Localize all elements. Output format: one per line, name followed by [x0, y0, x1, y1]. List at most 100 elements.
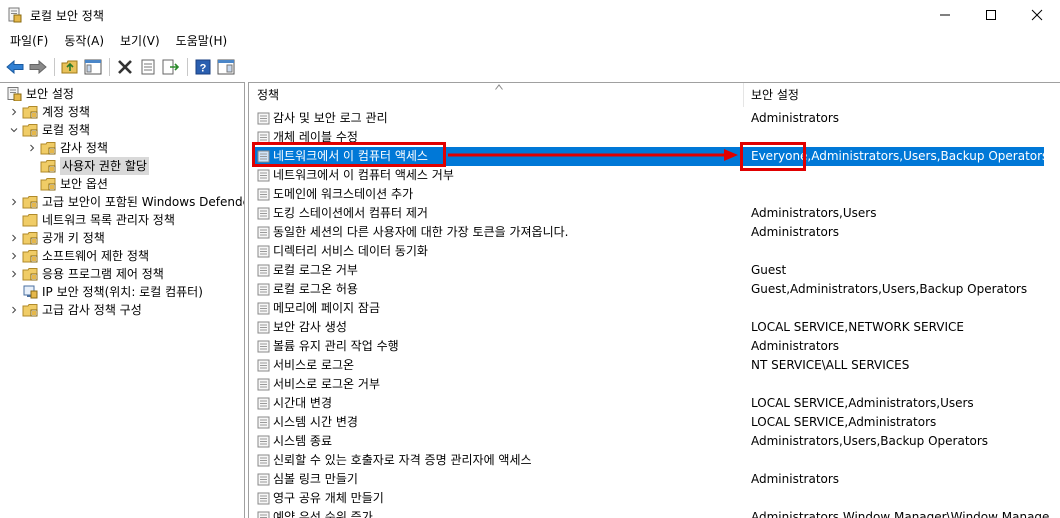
- policy-row[interactable]: 로컬 로그온 거부 Guest: [249, 261, 1060, 280]
- policy-icon: [257, 283, 270, 296]
- chevron-right-icon[interactable]: [8, 229, 20, 247]
- column-header-setting[interactable]: 보안 설정: [751, 83, 799, 107]
- up-folder-button[interactable]: [59, 56, 81, 78]
- properties-icon: [141, 59, 155, 75]
- policy-row[interactable]: 시스템 시간 변경 LOCAL SERVICE,Administrators: [249, 413, 1060, 432]
- policy-setting: LOCAL SERVICE,Administrators,Users: [751, 396, 974, 410]
- chevron-right-icon[interactable]: [8, 193, 20, 211]
- chevron-right-icon[interactable]: [8, 301, 20, 319]
- forward-button[interactable]: [27, 56, 49, 78]
- delete-button[interactable]: [114, 56, 136, 78]
- tree-item[interactable]: 보안 옵션: [26, 175, 108, 193]
- policy-icon: [257, 207, 270, 220]
- policy-name: 도킹 스테이션에서 컴퓨터 제거: [273, 206, 428, 220]
- back-button[interactable]: [4, 56, 26, 78]
- policy-row[interactable]: 시간대 변경 LOCAL SERVICE,Administrators,Users: [249, 394, 1060, 413]
- window-title: 로컬 보안 정책: [30, 9, 104, 23]
- policy-row[interactable]: 시스템 종료 Administrators,Users,Backup Operat…: [249, 432, 1060, 451]
- policy-name: 로컬 로그온 거부: [273, 263, 358, 277]
- tree-item[interactable]: IP 보안 정책(위치: 로컬 컴퓨터): [8, 283, 203, 301]
- chevron-right-icon[interactable]: [8, 103, 20, 121]
- tree-item-label: 사용자 권한 할당: [60, 157, 149, 175]
- policy-setting: Administrators,Users,Backup Operators: [751, 434, 989, 448]
- tree-item[interactable]: 계정 정책: [8, 103, 90, 121]
- show-tree-button[interactable]: [82, 56, 104, 78]
- column-header-policy[interactable]: 정책: [257, 83, 279, 107]
- policy-row[interactable]: 로컬 로그온 허용 Guest,Administrators,Users,Back…: [249, 280, 1060, 299]
- policy-row[interactable]: 도킹 스테이션에서 컴퓨터 제거 Administrators,Users: [249, 204, 1060, 223]
- column-divider[interactable]: [743, 83, 744, 107]
- tree-item[interactable]: 소프트웨어 제한 정책: [8, 247, 149, 265]
- tree-item-label: 공개 키 정책: [42, 231, 105, 245]
- help-button[interactable]: ?: [192, 56, 214, 78]
- policy-row[interactable]: 보안 감사 생성 LOCAL SERVICE,NETWORK SERVICE: [249, 318, 1060, 337]
- toolbar-separator: [54, 58, 55, 76]
- maximize-button[interactable]: [968, 0, 1014, 30]
- folder-icon: [40, 160, 56, 173]
- policy-icon: [257, 340, 270, 353]
- policy-name: 보안 감사 생성: [273, 320, 347, 334]
- policy-app-icon: [8, 7, 22, 23]
- policy-row[interactable]: 네트워크에서 이 컴퓨터 액세스 거부: [249, 166, 1060, 185]
- policy-name: 디렉터리 서비스 데이터 동기화: [273, 244, 428, 258]
- chevron-right-icon[interactable]: [26, 139, 38, 157]
- show-tree-icon: [84, 59, 102, 75]
- policy-row[interactable]: 디렉터리 서비스 데이터 동기화: [249, 242, 1060, 261]
- tree-item[interactable]: 사용자 권한 할당: [26, 157, 149, 175]
- folder-icon: [22, 196, 38, 209]
- tree-item[interactable]: 응용 프로그램 제어 정책: [8, 265, 164, 283]
- policy-row[interactable]: 도메인에 워크스테이션 추가: [249, 185, 1060, 204]
- policy-row[interactable]: 메모리에 페이지 잠금: [249, 299, 1060, 318]
- tree-item[interactable]: 로컬 정책: [8, 121, 90, 139]
- chevron-right-icon[interactable]: [8, 247, 20, 265]
- tree-item-label: 응용 프로그램 제어 정책: [42, 267, 164, 281]
- tree-item[interactable]: 네트워크 목록 관리자 정책: [8, 211, 175, 229]
- chevron-down-icon[interactable]: [8, 121, 20, 139]
- policy-setting: Administrators: [751, 472, 840, 486]
- tree-item-label: 소프트웨어 제한 정책: [42, 249, 149, 263]
- policy-name: 동일한 세션의 다른 사용자에 대한 가장 토큰을 가져옵니다.: [273, 225, 569, 239]
- tree-item[interactable]: 공개 키 정책: [8, 229, 105, 247]
- security-settings-icon: [7, 87, 22, 101]
- menu-bar: 파일(F) 동작(A) 보기(V) 도움말(H): [0, 30, 1060, 52]
- annotation-box-setting: [740, 142, 806, 171]
- tree-item[interactable]: 고급 보안이 포함된 Windows Defender: [8, 193, 244, 211]
- chevron-right-icon[interactable]: [8, 265, 20, 283]
- policy-name: 메모리에 페이지 잠금: [273, 301, 380, 315]
- policy-name: 시간대 변경: [273, 396, 333, 410]
- menu-help[interactable]: 도움말(H): [170, 30, 234, 52]
- tree-root[interactable]: 보안 설정: [6, 85, 74, 103]
- policy-icon: [257, 169, 270, 182]
- policy-row[interactable]: 서비스로 로그온 NT SERVICE\ALL SERVICES: [249, 356, 1060, 375]
- folder-icon: [40, 178, 56, 191]
- export-button[interactable]: [160, 56, 182, 78]
- policy-row[interactable]: 서비스로 로그온 거부: [249, 375, 1060, 394]
- policy-icon: [257, 359, 270, 372]
- policy-name: 시스템 시간 변경: [273, 415, 358, 429]
- policy-row[interactable]: 감사 및 보안 로그 관리 Administrators: [249, 109, 1060, 128]
- policy-setting: LOCAL SERVICE,Administrators: [751, 415, 937, 429]
- policy-row[interactable]: 동일한 세션의 다른 사용자에 대한 가장 토큰을 가져옵니다. Administ…: [249, 223, 1060, 242]
- properties-button[interactable]: [137, 56, 159, 78]
- policy-row[interactable]: 신뢰할 수 있는 호출자로 자격 증명 관리자에 액세스: [249, 451, 1060, 470]
- menu-file[interactable]: 파일(F): [4, 30, 54, 52]
- up-folder-icon: [61, 60, 78, 74]
- tree-item[interactable]: 고급 감사 정책 구성: [8, 301, 142, 319]
- minimize-button[interactable]: [922, 0, 968, 30]
- tree-item[interactable]: 감사 정책: [26, 139, 108, 157]
- tree-root-label: 보안 설정: [26, 87, 74, 101]
- policy-row[interactable]: 영구 공유 개체 만들기: [249, 489, 1060, 508]
- policy-icon: [257, 245, 270, 258]
- menu-action[interactable]: 동작(A): [58, 30, 110, 52]
- policy-row[interactable]: 심볼 링크 만들기 Administrators: [249, 470, 1060, 489]
- console-button[interactable]: [215, 56, 237, 78]
- menu-view[interactable]: 보기(V): [114, 30, 166, 52]
- close-button[interactable]: [1014, 0, 1060, 30]
- policy-row[interactable]: 예약 우선 순위 증가 Administrators,Window Manager…: [249, 508, 1060, 518]
- policy-row[interactable]: 볼륨 유지 관리 작업 수행 Administrators: [249, 337, 1060, 356]
- console-icon: [217, 59, 235, 75]
- policy-name: 영구 공유 개체 만들기: [273, 491, 384, 505]
- folder-icon: [22, 124, 38, 137]
- policy-icon: [257, 264, 270, 277]
